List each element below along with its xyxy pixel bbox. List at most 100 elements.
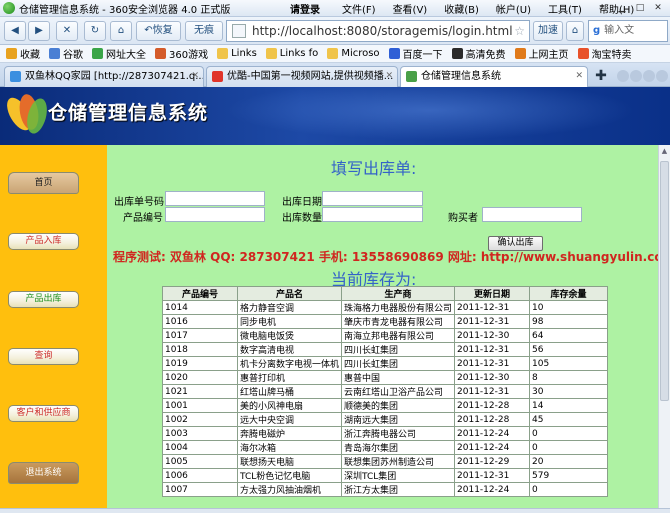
- new-tab-button[interactable]: ✚: [591, 68, 611, 85]
- cell-stock-remaining: 56: [529, 342, 609, 357]
- favorite-icon: [388, 48, 400, 59]
- window-controls: ▁ □ ✕: [613, 2, 667, 14]
- menu-tools[interactable]: 工具(T): [548, 1, 582, 16]
- tab-list-icon[interactable]: [643, 70, 655, 82]
- tab-storage-mis[interactable]: 仓储管理信息系统 ✕: [400, 66, 588, 88]
- home-button[interactable]: ⌂: [110, 21, 132, 41]
- cell-product-name: TCL粉色记忆电脑: [236, 468, 343, 483]
- tab-youku[interactable]: 优酷-中国第一视频网站,提供视频播... ✕: [206, 66, 398, 87]
- favorite-label: Links: [231, 48, 257, 59]
- menu-view[interactable]: 查看(V): [393, 1, 428, 16]
- cell-update-date: 2011-12-30: [454, 328, 531, 343]
- cell-stock-remaining: 20: [529, 454, 609, 469]
- page-scrollbar[interactable]: ▲: [658, 145, 670, 513]
- search-placeholder: 输入文: [604, 25, 635, 36]
- cell-stock-remaining: 14: [529, 398, 609, 413]
- minimize-icon[interactable]: ▁: [613, 2, 631, 14]
- scrollbar-thumb[interactable]: [660, 161, 669, 401]
- cell-manufacturer: 浙江奔腾电器公司: [341, 426, 456, 441]
- favorite-link[interactable]: 上网主页: [514, 46, 569, 61]
- nav-customers-suppliers-button[interactable]: 客户和供应商: [8, 405, 79, 422]
- scroll-up-icon[interactable]: ▲: [659, 147, 670, 157]
- status-bar: [0, 508, 670, 513]
- incognito-button[interactable]: 无痕: [185, 21, 223, 41]
- address-url[interactable]: http://localhost:8080/storagemis/login.h…: [252, 24, 513, 38]
- cell-product-name: 方太强力风抽油烟机: [236, 482, 343, 497]
- nav-stock-in-button[interactable]: 产品入库: [8, 233, 79, 250]
- favorite-label: 谷歌: [63, 50, 83, 61]
- menu-account[interactable]: 帐户(U): [496, 1, 531, 16]
- tab-menu-icon[interactable]: [656, 70, 668, 82]
- search-box[interactable]: g 输入文: [588, 20, 668, 42]
- nav-logout-button[interactable]: 退出系统: [8, 462, 79, 484]
- refresh-button[interactable]: ↻: [84, 21, 106, 41]
- back-button[interactable]: ◀: [4, 21, 26, 41]
- close-icon[interactable]: ✕: [649, 2, 667, 14]
- cell-product-no: 1005: [162, 454, 238, 469]
- favorite-icon: [577, 48, 589, 59]
- quantity-label: 出库数量: [282, 213, 322, 224]
- tab-scroll-left-icon[interactable]: [617, 70, 629, 82]
- cell-update-date: 2011-12-24: [454, 426, 531, 441]
- cell-product-name: 数字高清电视: [236, 342, 343, 357]
- address-bar[interactable]: http://localhost:8080/storagemis/login.h…: [226, 20, 530, 42]
- accelerate-button[interactable]: 加速: [533, 21, 563, 41]
- forward-arrow-icon: ▶: [35, 25, 43, 36]
- refresh-icon: ↻: [90, 25, 100, 36]
- favorite-link[interactable]: Links: [217, 48, 257, 59]
- tab-close-icon[interactable]: ✕: [575, 67, 583, 86]
- favorite-link[interactable]: 网址大全: [92, 46, 146, 61]
- login-link[interactable]: 请登录: [290, 1, 320, 16]
- menu-file[interactable]: 文件(F): [342, 1, 376, 16]
- cell-product-no: 1004: [162, 440, 238, 455]
- cell-product-no: 1006: [162, 468, 238, 483]
- favorite-link[interactable]: 收藏: [6, 46, 40, 61]
- menu-favorites[interactable]: 收藏(B): [444, 1, 479, 16]
- tab-close-icon[interactable]: ✕: [385, 67, 393, 86]
- favorite-link[interactable]: Microso: [327, 48, 380, 59]
- favorite-link[interactable]: Links fo: [265, 48, 318, 59]
- table-row: 1007 方太强力风抽油烟机 浙江方太集团 2011-12-24 0: [162, 482, 609, 497]
- favorite-link[interactable]: 高清免费: [451, 46, 506, 61]
- product-no-input[interactable]: [165, 207, 265, 222]
- favorite-icon: [327, 48, 339, 59]
- banner-glow: [190, 87, 670, 145]
- nav-stock-out-button[interactable]: 产品出库: [8, 291, 79, 308]
- tab-qq-home[interactable]: 双鱼林QQ家园 [http://287307421.q... ✕: [4, 66, 204, 87]
- favorite-link[interactable]: 谷歌: [49, 46, 83, 61]
- forward-button[interactable]: ▶: [28, 21, 50, 41]
- cell-product-name: 机卡分离数字电视一体机: [236, 356, 343, 371]
- order-no-label: 出库单号码: [114, 197, 164, 208]
- date-label: 出库日期: [282, 197, 322, 208]
- window-title-bar: 仓储管理信息系统 - 360安全浏览器 4.0 正式版 请登录 文件(F) 查看…: [0, 0, 670, 17]
- favorite-link[interactable]: 百度一下: [388, 46, 443, 61]
- nav-home-button[interactable]: 首页: [8, 172, 79, 194]
- bookmark-star-icon[interactable]: ☆: [514, 24, 525, 38]
- tab-scroll-right-icon[interactable]: [630, 70, 642, 82]
- date-input[interactable]: [322, 191, 423, 206]
- maximize-icon[interactable]: □: [631, 2, 649, 14]
- header-manufacturer: 生产商: [341, 286, 456, 301]
- favorite-icon: [217, 48, 229, 59]
- qq-tab-icon: [10, 71, 21, 82]
- restore-button[interactable]: ↶恢复: [136, 21, 181, 41]
- home-icon: ⌂: [117, 25, 125, 36]
- accelerate-label: 加速: [538, 25, 558, 36]
- cell-manufacturer: 南海立邦电器有限公司: [341, 328, 456, 343]
- cell-product-name: 奔腾电磁炉: [236, 426, 343, 441]
- cell-stock-remaining: 30: [529, 384, 609, 399]
- banner-title: 仓储管理信息系统: [48, 102, 209, 124]
- favorite-icon: [6, 48, 17, 59]
- buyer-input[interactable]: [482, 207, 582, 222]
- favorite-link[interactable]: 360游戏: [155, 46, 208, 61]
- cell-manufacturer: 顺德美的集团: [341, 398, 456, 413]
- quantity-input[interactable]: [322, 207, 423, 222]
- stop-button[interactable]: ✕: [56, 21, 78, 41]
- nav-query-button[interactable]: 查询: [8, 348, 79, 365]
- favorite-link[interactable]: 淘宝特卖: [577, 46, 632, 61]
- cell-manufacturer: 青岛海尔集团: [341, 440, 456, 455]
- go-home-button[interactable]: ⌂: [566, 21, 584, 41]
- table-row: 1005 联想扬天电脑 联想集团苏州制造公司 2011-12-29 20: [162, 454, 609, 469]
- tab-close-icon[interactable]: ✕: [191, 67, 199, 86]
- order-no-input[interactable]: [165, 191, 265, 206]
